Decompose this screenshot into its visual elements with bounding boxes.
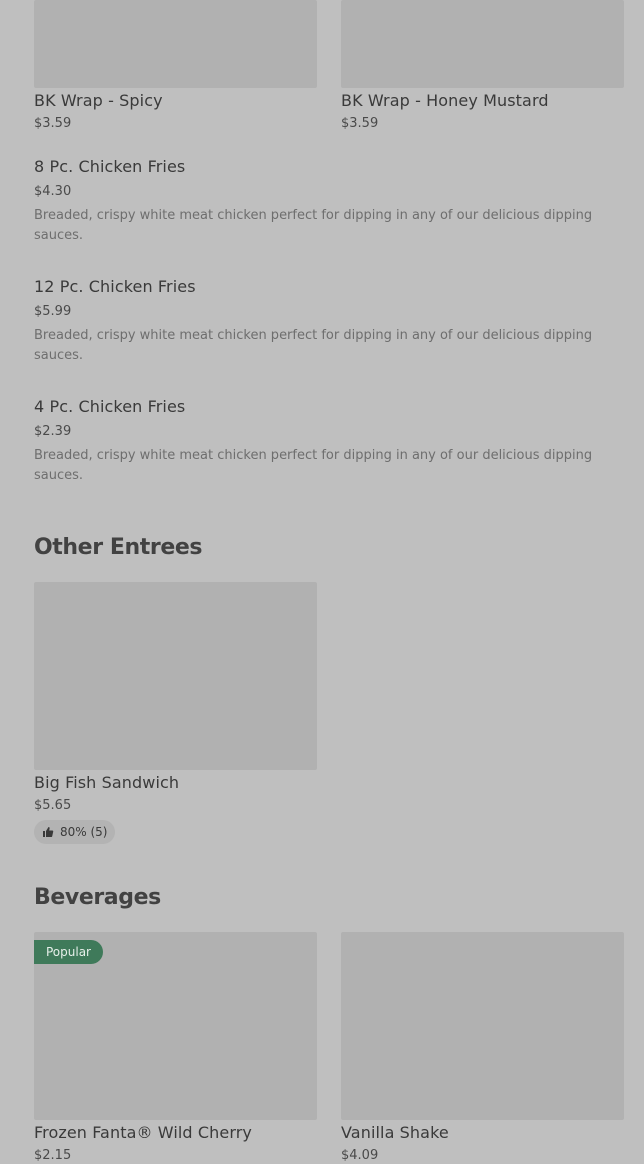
section-title-beverages: Beverages [34, 885, 161, 910]
menu-page: BK Wrap - Spicy $3.59 BK Wrap - Honey Mu… [0, 0, 644, 1164]
item-price: $3.59 [341, 116, 379, 131]
item-name[interactable]: Big Fish Sandwich [34, 773, 179, 792]
item-name[interactable]: Frozen Fanta® Wild Cherry [34, 1123, 252, 1142]
item-name[interactable]: Vanilla Shake [341, 1123, 449, 1142]
item-price: $4.09 [341, 1148, 379, 1163]
list-item-name[interactable]: 12 Pc. Chicken Fries [34, 277, 196, 296]
item-name[interactable]: BK Wrap - Honey Mustard [341, 91, 549, 110]
item-image[interactable] [341, 0, 624, 88]
section-title-other-entrees: Other Entrees [34, 535, 203, 560]
list-item-price: $2.39 [34, 424, 72, 439]
item-name[interactable]: BK Wrap - Spicy [34, 91, 163, 110]
item-image[interactable] [34, 582, 317, 770]
list-item-description: Breaded, crispy white meat chicken perfe… [34, 448, 593, 483]
list-item-description: Breaded, crispy white meat chicken perfe… [34, 328, 593, 363]
list-item-name[interactable]: 8 Pc. Chicken Fries [34, 157, 185, 176]
list-item-description: Breaded, crispy white meat chicken perfe… [34, 208, 593, 243]
item-price: $3.59 [34, 116, 72, 131]
item-price: $5.65 [34, 798, 72, 813]
popular-badge: Popular [34, 940, 103, 964]
item-image[interactable] [341, 932, 624, 1120]
rating-chip: 80% (5) [34, 820, 116, 844]
rating-text: 80% (5) [60, 825, 108, 839]
list-item-price: $5.99 [34, 304, 72, 319]
list-item-price: $4.30 [34, 184, 72, 199]
item-price: $2.15 [34, 1148, 72, 1163]
list-item-name[interactable]: 4 Pc. Chicken Fries [34, 397, 185, 416]
thumbs-up-icon [43, 827, 54, 837]
item-image[interactable] [34, 0, 317, 88]
